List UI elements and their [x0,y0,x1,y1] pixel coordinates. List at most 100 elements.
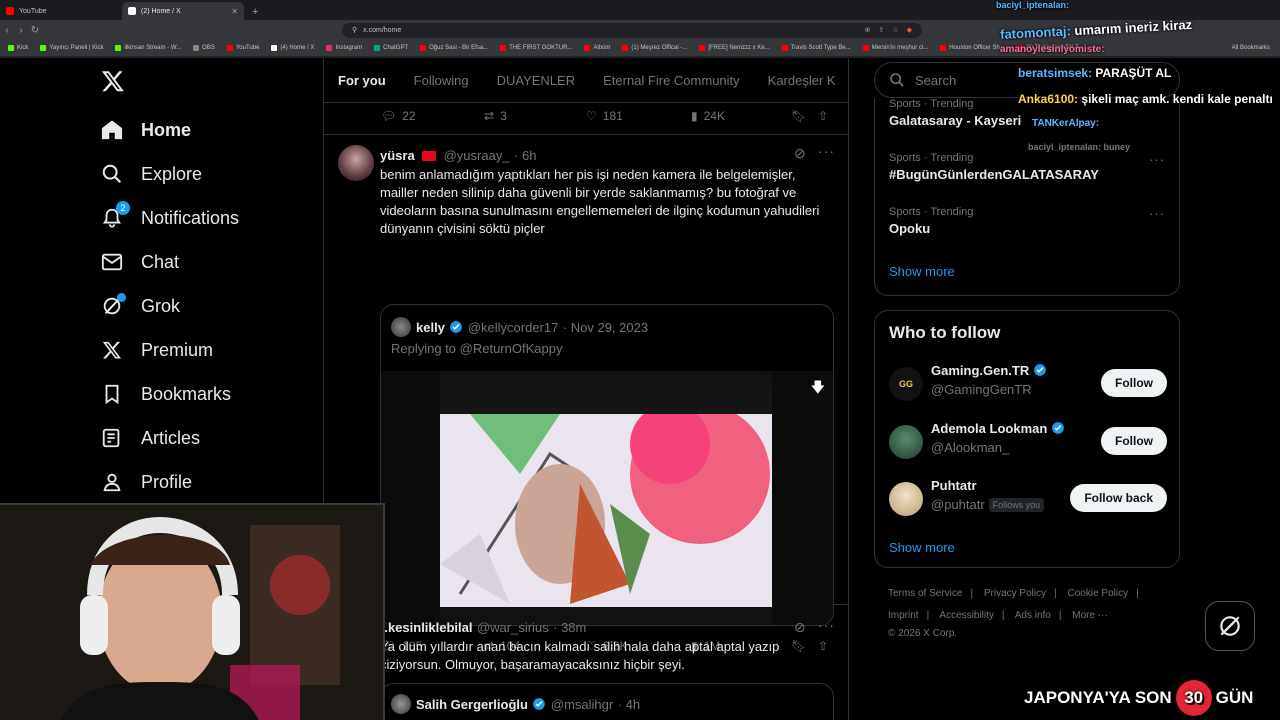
bookmark-star-icon[interactable]: ☆ [892,26,898,34]
footer-link-ads[interactable]: Ads info [1015,610,1051,621]
chat-message: baciyl_iptenalan: buney [1028,142,1131,152]
quoted-tweet[interactable]: kelly @kellycorder17 · Nov 29, 2023 Repl… [380,304,834,626]
x-logo-icon[interactable] [101,68,125,94]
follow-suggestion[interactable]: Puhtatr @puhtatr Follows you Follow back [889,478,1167,522]
follow-button[interactable]: Follow [1101,369,1167,397]
tweet-text: benim anlamadığım yaptıkları her pis işi… [380,167,820,236]
repost-icon: ⇄ [484,109,495,123]
footer-link-accessibility[interactable]: Accessibility [939,610,993,621]
follow-suggestion[interactable]: GG Gaming.Gen.TR @GamingGenTR Follow [889,363,1167,407]
bookmark-item[interactable]: Travis Scott Type Be... [781,45,851,51]
bookmark-item[interactable]: Mersin'in meşhur ci... [862,45,928,51]
grok-floating-button[interactable] [1205,601,1255,651]
bookmark-favicon-icon [374,45,381,51]
back-icon[interactable]: ‹ [0,25,14,36]
author-name[interactable]: r.kesinliklebilal [380,620,473,635]
sidebar-item-notifications[interactable]: 2 Notifications [99,198,239,238]
chat-message: fatomontaj: umarım ineriz kiraz [999,16,1193,43]
avatar[interactable] [338,145,374,181]
sidebar-item-profile[interactable]: Profile [99,462,192,502]
bookmark-favicon-icon [271,45,278,51]
grok-explain-icon[interactable]: ⊘ [794,145,806,162]
zoom-icon[interactable]: ⊕ [865,26,871,34]
sidebar-item-home[interactable]: Home [99,110,191,150]
tweet-card[interactable]: yüsra @yusraay_ · 6h ⊘ ··· benim anlamad… [324,135,848,653]
bookmark-tweet-icon[interactable]: 🔖︎ [791,109,806,123]
browser-tab-youtube[interactable]: YouTube [0,2,122,20]
sidebar-item-articles[interactable]: Articles [99,418,200,458]
bookmark-item[interactable]: Kick [8,45,28,51]
bookmark-item[interactable]: Instagram [326,45,362,51]
site-info-icon[interactable]: ⚲ [352,26,357,34]
bookmark-item[interactable]: Yayıncı Paneli | Kick [40,45,103,51]
bookmark-item[interactable]: (4) Home / X [271,45,314,51]
address-bar[interactable]: ⚲ x.com/home ⊕ ⇪ ☆ ◆ [342,22,922,38]
more-options-icon[interactable]: ··· [818,143,835,159]
footer-link-more[interactable]: More ··· [1072,610,1108,621]
bookmark-item[interactable]: THE FIRST GOKTUR... [500,45,572,51]
views-button[interactable]: ▮ 24K [691,109,725,123]
bookmark-item[interactable]: [FREE] Nemzzz x Ke... [699,45,770,51]
x-favicon-icon [128,7,136,15]
tab-for-you[interactable]: For you [324,73,400,88]
bookmark-item[interactable]: Albüm [584,45,610,51]
tweet-card[interactable]: r.kesinliklebilal @war_sirius · 38m ⊘ ··… [324,605,848,720]
reply-button[interactable]: 💬︎ 22 [381,109,416,123]
more-options-icon[interactable]: ··· [818,617,835,633]
share-icon[interactable]: ⇪ [878,26,884,34]
bookmark-item[interactable]: Oğuz Sasi - Bir Efsa... [420,45,488,51]
footer-link-cookie[interactable]: Cookie Policy [1068,588,1129,599]
tweet-time[interactable]: 38m [561,620,586,635]
countdown-overlay: JAPONYA'YA SON 30 GÜN [1024,680,1253,716]
browser-tab-x-home[interactable]: (2) Home / X ✕ [122,2,244,20]
quoted-tweet[interactable]: Salih Gergerlioğlu @msalihgr · 4h [380,683,834,720]
tab-duayenler[interactable]: DUAYENLER [483,73,590,88]
bookmark-item[interactable]: (1) Meşrez Offical -... [622,45,687,51]
sidebar-item-bookmarks[interactable]: Bookmarks [99,374,231,414]
bookmark-item[interactable]: ChatGPT [374,45,408,51]
copyright: © 2026 X Corp. [888,628,958,639]
close-tab-icon[interactable]: ✕ [231,7,238,16]
trend-item[interactable]: Sports · Trending Opoku [889,206,973,236]
bookmark-item[interactable]: OBS [193,45,215,51]
download-icon[interactable]: 🡇 [811,377,825,401]
bookmark-item[interactable]: ilkinsan Stream - W... [115,45,181,51]
who-to-follow-card: Who to follow GG Gaming.Gen.TR @GamingGe… [874,310,1180,568]
video-player[interactable]: 🡇 [381,371,833,625]
sidebar-item-explore[interactable]: Explore [99,154,202,194]
tweet-text: Ya olum yıllardır anan bacın kalmadı sal… [380,639,780,672]
mail-icon [99,249,125,275]
shield-icon[interactable]: ◆ [907,26,912,34]
follow-suggestion[interactable]: Ademola Lookman @Alookman_ Follow [889,421,1167,465]
tweet-actions: 💬︎ 22 ⇄ 3 ♡ 181 ▮ 24K 🔖︎ ⇧ [381,106,841,126]
new-tab-button[interactable]: + [244,6,266,20]
follow-back-button[interactable]: Follow back [1070,484,1167,512]
tab-eternal-fire[interactable]: Eternal Fire Community [589,73,754,88]
tab-kardesler[interactable]: Kardeşler K [754,73,848,88]
sidebar-item-chat[interactable]: Chat [99,242,179,282]
bookmark-favicon-icon [420,45,427,51]
feed-tabs: For you Following DUAYENLER Eternal Fire… [324,58,848,103]
footer-link-imprint[interactable]: Imprint [888,610,919,621]
like-button[interactable]: ♡ 181 [586,109,623,123]
forward-icon[interactable]: › [14,25,28,36]
footer-link-terms[interactable]: Terms of Service [888,588,962,599]
grok-explain-icon[interactable]: ⊘ [794,619,806,636]
tab-following[interactable]: Following [400,73,483,88]
show-more-trends-link[interactable]: Show more [889,264,955,279]
bookmark-item[interactable]: YouTube [226,45,259,51]
share-tweet-icon[interactable]: ⇧ [818,109,828,123]
sidebar-item-premium[interactable]: Premium [99,330,213,370]
sidebar-item-grok[interactable]: Grok [99,286,180,326]
puhtatr-avatar [889,482,923,516]
trend-more-icon[interactable]: ··· [1149,206,1165,221]
follow-button[interactable]: Follow [1101,427,1167,455]
repost-button[interactable]: ⇄ 3 [484,109,507,123]
author-handle[interactable]: @yusraay_ [444,148,510,163]
show-more-follow-link[interactable]: Show more [889,540,955,555]
author-name[interactable]: yüsra [380,148,415,163]
reload-icon[interactable]: ↻ [28,25,42,36]
footer-link-privacy[interactable]: Privacy Policy [984,588,1046,599]
author-handle[interactable]: @war_sirius [477,620,549,635]
tweet-time[interactable]: 6h [522,148,536,163]
